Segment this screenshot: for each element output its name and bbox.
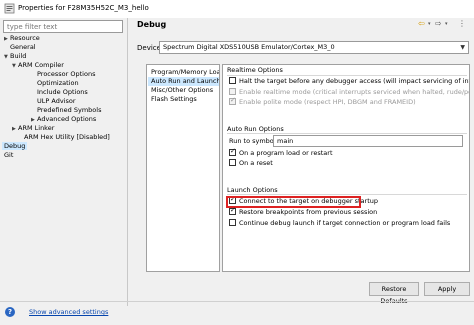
tree-item-optimization[interactable]: Optimization	[37, 79, 79, 88]
window-titlebar: Properties for F28M35H52C_M3_hello	[0, 0, 474, 18]
checkbox[interactable]	[229, 77, 236, 84]
help-icon[interactable]: ?	[5, 307, 15, 317]
footer-divider	[0, 301, 474, 302]
tree-item-general[interactable]: General	[10, 43, 36, 52]
apply-button[interactable]: Apply	[424, 282, 470, 296]
option-on-reset[interactable]: On a reset	[229, 159, 273, 168]
tree-item-ulp-advisor[interactable]: ULP Advisor	[37, 97, 76, 106]
page-title: Debug	[137, 20, 167, 29]
tree-item-advanced-options[interactable]: ▶ Advanced Options	[31, 115, 96, 124]
restore-defaults-button[interactable]: Restore Defaults	[369, 282, 419, 305]
option-on-program-load[interactable]: On a program load or restart	[229, 147, 333, 158]
highlight-annotation	[226, 196, 361, 208]
tree-item-predefined-symbols[interactable]: Predefined Symbols	[37, 106, 101, 115]
dropdown-icon[interactable]: ▾	[428, 21, 431, 27]
option-polite-mode[interactable]: Enable polite mode (respect HPI, DBGM an…	[229, 96, 416, 107]
config-item-misc-other[interactable]: Misc/Other Options	[151, 86, 213, 95]
auto-run-options-title: Auto Run Options	[227, 125, 284, 133]
navigation-toolbar: ⇦ ▾ ⇨ ▾ ⋮	[418, 19, 470, 31]
checkbox[interactable]	[229, 219, 236, 226]
config-item-flash-settings[interactable]: Flash Settings	[151, 95, 197, 104]
chevron-down-icon: ▼	[460, 44, 465, 51]
tree-item-processor-options[interactable]: Processor Options	[37, 70, 95, 79]
device-select-value: Spectrum Digital XDS510USB Emulator/Cort…	[163, 43, 335, 51]
group-divider	[227, 75, 467, 76]
group-divider	[227, 194, 467, 195]
tree-item-debug[interactable]: Debug	[2, 142, 28, 151]
option-realtime-mode[interactable]: Enable realtime mode (critical interrupt…	[229, 88, 469, 97]
properties-icon	[4, 3, 15, 14]
config-item-program-memory-load[interactable]: Program/Memory Load	[151, 68, 219, 77]
checkbox-checked[interactable]	[229, 96, 236, 105]
checkbox[interactable]	[229, 88, 236, 95]
config-item-auto-run[interactable]: Auto Run and Launch Op	[148, 77, 219, 86]
group-divider	[227, 133, 467, 134]
filter-input[interactable]	[4, 21, 122, 32]
panel-divider[interactable]	[127, 18, 128, 306]
checkbox-checked[interactable]	[229, 206, 236, 215]
options-panel: Realtime Options Halt the target before …	[222, 64, 470, 272]
filter-field[interactable]	[3, 20, 123, 33]
dropdown-icon[interactable]: ▾	[445, 21, 448, 27]
device-label: Device	[137, 44, 161, 52]
option-restore-breakpoints[interactable]: Restore breakpoints from previous sessio…	[229, 206, 377, 217]
option-halt-target[interactable]: Halt the target before any debugger acce…	[229, 77, 469, 86]
tree-item-build[interactable]: ▼ Build	[4, 52, 26, 61]
window-title: Properties for F28M35H52C_M3_hello	[18, 4, 149, 12]
checkbox-checked[interactable]	[229, 147, 236, 156]
forward-arrow-icon[interactable]: ⇨	[435, 19, 442, 28]
tree-item-git[interactable]: Git	[4, 151, 13, 160]
tree-item-resource[interactable]: ▶ Resource	[4, 34, 40, 43]
property-tree: ▶ Resource General ▼ Build ▼ ARM Compiler P…	[0, 34, 127, 302]
realtime-options-title: Realtime Options	[227, 66, 283, 74]
tree-item-include-options[interactable]: Include Options	[37, 88, 88, 97]
tree-item-arm-hex-utility[interactable]: ARM Hex Utility [Disabled]	[24, 133, 110, 142]
run-to-symbol-input[interactable]: main	[273, 135, 463, 147]
menu-icon[interactable]: ⋮	[458, 19, 466, 28]
launch-options-title: Launch Options	[227, 186, 278, 194]
device-select[interactable]: Spectrum Digital XDS510USB Emulator/Cort…	[159, 41, 469, 54]
config-list: Program/Memory Load Auto Run and Launch …	[146, 64, 220, 272]
tree-item-arm-linker[interactable]: ▶ ARM Linker	[12, 124, 54, 133]
tree-item-arm-compiler[interactable]: ▼ ARM Compiler	[12, 61, 64, 70]
option-continue-on-failure[interactable]: Continue debug launch if target connecti…	[229, 219, 450, 228]
run-to-symbol-label: Run to symbol	[229, 137, 276, 145]
show-advanced-settings-link[interactable]: Show advanced settings	[29, 308, 108, 316]
checkbox[interactable]	[229, 159, 236, 166]
back-arrow-icon[interactable]: ⇦	[418, 19, 425, 28]
